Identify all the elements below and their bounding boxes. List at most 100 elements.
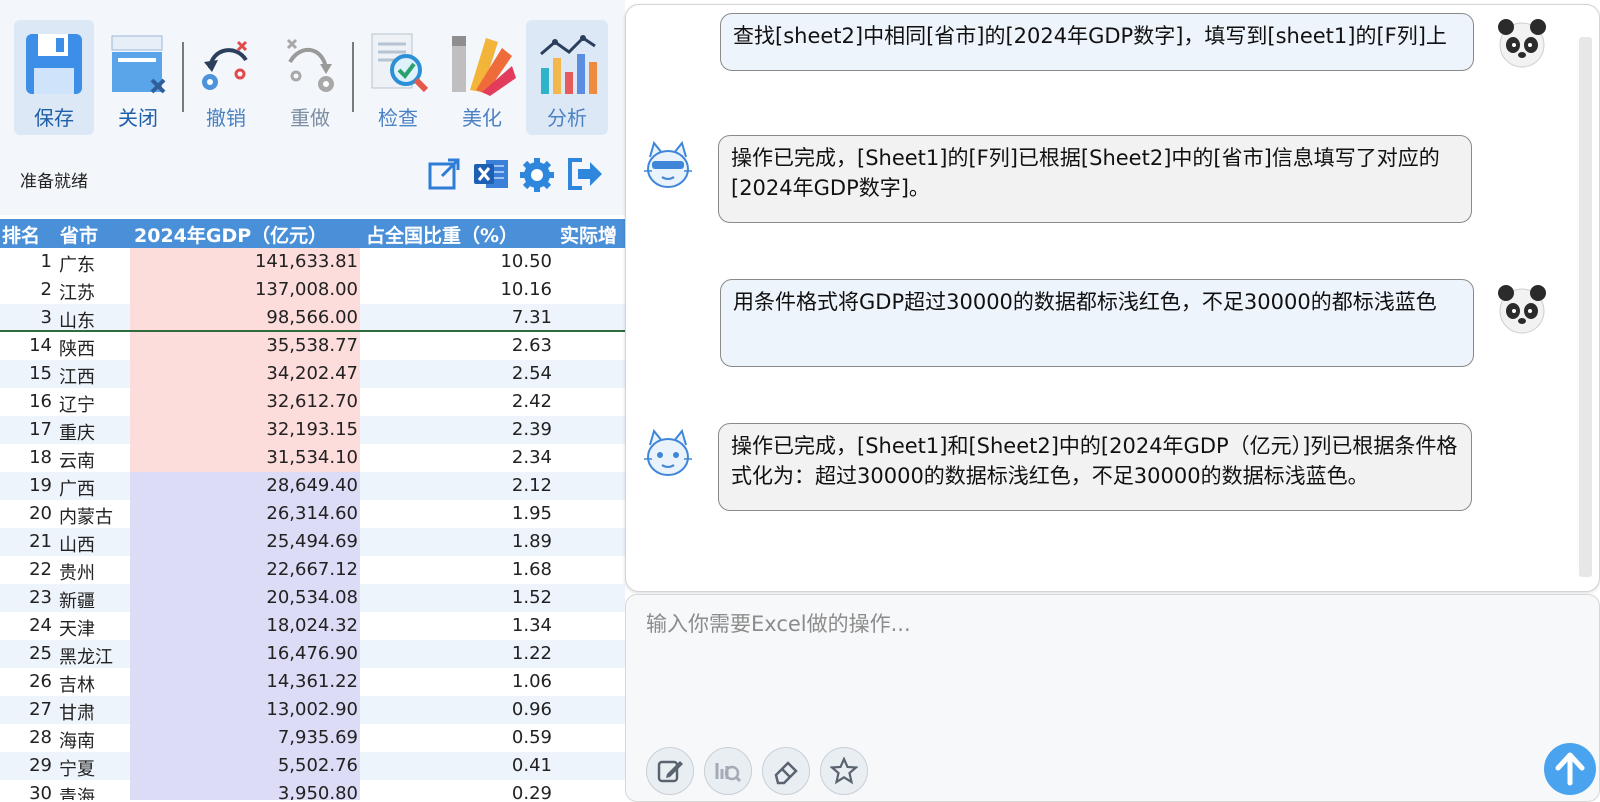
share-cell[interactable]: 1.22 — [360, 643, 552, 664]
province-cell[interactable]: 海南 — [59, 727, 95, 753]
table-row[interactable]: 25 黑龙江 16,476.90 1.22 — [0, 640, 625, 668]
province-cell[interactable]: 重庆 — [59, 419, 95, 445]
save-button[interactable]: 保存 — [14, 20, 94, 135]
gdp-cell[interactable]: 13,002.90 — [130, 699, 358, 720]
beautify-button[interactable]: 美化 — [442, 20, 522, 135]
popout-icon[interactable] — [426, 156, 462, 192]
rank-cell[interactable]: 27 — [0, 699, 52, 720]
share-cell[interactable]: 1.95 — [360, 503, 552, 524]
rank-cell[interactable]: 3 — [0, 307, 52, 328]
gdp-cell[interactable]: 32,193.15 — [130, 419, 358, 440]
province-cell[interactable]: 广东 — [59, 251, 95, 277]
rank-cell[interactable]: 28 — [0, 727, 52, 748]
edit-button[interactable] — [646, 747, 694, 795]
rank-cell[interactable]: 29 — [0, 755, 52, 776]
header-growth[interactable]: 实际增 — [560, 221, 617, 248]
excel-icon[interactable] — [472, 156, 510, 192]
table-row[interactable]: 19 广西 28,649.40 2.12 — [0, 472, 625, 500]
table-row[interactable]: 30 青海 3,950.80 0.29 — [0, 780, 625, 800]
redo-button[interactable]: 重做 — [270, 20, 350, 135]
province-cell[interactable]: 天津 — [59, 615, 95, 641]
rank-cell[interactable]: 16 — [0, 391, 52, 412]
table-row[interactable]: 21 山西 25,494.69 1.89 — [0, 528, 625, 556]
gdp-cell[interactable]: 14,361.22 — [130, 671, 358, 692]
gdp-cell[interactable]: 35,538.77 — [130, 335, 358, 356]
province-cell[interactable]: 江苏 — [59, 279, 95, 305]
rank-cell[interactable]: 2 — [0, 279, 52, 300]
share-cell[interactable]: 7.31 — [360, 307, 552, 328]
gdp-cell[interactable]: 141,633.81 — [130, 251, 358, 272]
share-cell[interactable]: 10.16 — [360, 279, 552, 300]
province-cell[interactable]: 江西 — [59, 363, 95, 389]
rank-cell[interactable]: 23 — [0, 587, 52, 608]
rank-cell[interactable]: 14 — [0, 335, 52, 356]
rank-cell[interactable]: 1 — [0, 251, 52, 272]
exit-icon[interactable] — [564, 156, 604, 192]
table-row[interactable]: 17 重庆 32,193.15 2.39 — [0, 416, 625, 444]
table-row[interactable]: 16 辽宁 32,612.70 2.42 — [0, 388, 625, 416]
gdp-cell[interactable]: 16,476.90 — [130, 643, 358, 664]
province-cell[interactable]: 黑龙江 — [59, 643, 113, 669]
share-cell[interactable]: 2.54 — [360, 363, 552, 384]
province-cell[interactable]: 新疆 — [59, 587, 95, 613]
share-cell[interactable]: 2.12 — [360, 475, 552, 496]
rank-cell[interactable]: 17 — [0, 419, 52, 440]
rank-cell[interactable]: 26 — [0, 671, 52, 692]
rank-cell[interactable]: 19 — [0, 475, 52, 496]
close-button[interactable]: 关闭 — [98, 20, 178, 135]
table-row[interactable]: 14 陕西 35,538.77 2.63 — [0, 332, 625, 360]
table-row[interactable]: 26 吉林 14,361.22 1.06 — [0, 668, 625, 696]
share-cell[interactable]: 1.06 — [360, 671, 552, 692]
rank-cell[interactable]: 22 — [0, 559, 52, 580]
table-row[interactable]: 22 贵州 22,667.12 1.68 — [0, 556, 625, 584]
rank-cell[interactable]: 24 — [0, 615, 52, 636]
share-cell[interactable]: 1.89 — [360, 531, 552, 552]
province-cell[interactable]: 陕西 — [59, 335, 95, 361]
gdp-cell[interactable]: 34,202.47 — [130, 363, 358, 384]
province-cell[interactable]: 广西 — [59, 475, 95, 501]
rank-cell[interactable]: 30 — [0, 783, 52, 800]
gdp-cell[interactable]: 26,314.60 — [130, 503, 358, 524]
table-row[interactable]: 18 云南 31,534.10 2.34 — [0, 444, 625, 472]
province-cell[interactable]: 贵州 — [59, 559, 95, 585]
chat-input[interactable] — [644, 603, 1508, 645]
header-rank[interactable]: 排名 — [2, 221, 40, 248]
gdp-cell[interactable]: 137,008.00 — [130, 279, 358, 300]
gdp-cell[interactable]: 20,534.08 — [130, 587, 358, 608]
gdp-cell[interactable]: 18,024.32 — [130, 615, 358, 636]
table-row[interactable]: 24 天津 18,024.32 1.34 — [0, 612, 625, 640]
gdp-cell[interactable]: 25,494.69 — [130, 531, 358, 552]
rank-cell[interactable]: 15 — [0, 363, 52, 384]
share-cell[interactable]: 2.34 — [360, 447, 552, 468]
province-cell[interactable]: 宁夏 — [59, 755, 95, 781]
province-cell[interactable]: 青海 — [59, 783, 95, 800]
rank-cell[interactable]: 20 — [0, 503, 52, 524]
share-cell[interactable]: 2.42 — [360, 391, 552, 412]
gdp-cell[interactable]: 7,935.69 — [130, 727, 358, 748]
table-row[interactable]: 1 广东 141,633.81 10.50 — [0, 248, 625, 276]
check-button[interactable]: 检查 — [358, 20, 438, 135]
province-cell[interactable]: 山西 — [59, 531, 95, 557]
gdp-cell[interactable]: 31,534.10 — [130, 447, 358, 468]
share-cell[interactable]: 2.39 — [360, 419, 552, 440]
share-cell[interactable]: 1.68 — [360, 559, 552, 580]
share-cell[interactable]: 1.34 — [360, 615, 552, 636]
province-cell[interactable]: 辽宁 — [59, 391, 95, 417]
table-row[interactable]: 27 甘肃 13,002.90 0.96 — [0, 696, 625, 724]
province-cell[interactable]: 甘肃 — [59, 699, 95, 725]
table-row[interactable]: 3 山东 98,566.00 7.31 — [0, 304, 625, 332]
table-row[interactable]: 20 内蒙古 26,314.60 1.95 — [0, 500, 625, 528]
gdp-cell[interactable]: 22,667.12 — [130, 559, 358, 580]
header-province[interactable]: 省市 — [60, 221, 98, 248]
gdp-cell[interactable]: 3,950.80 — [130, 783, 358, 800]
province-cell[interactable]: 内蒙古 — [59, 503, 113, 529]
share-cell[interactable]: 0.41 — [360, 755, 552, 776]
gdp-cell[interactable]: 32,612.70 — [130, 391, 358, 412]
rank-cell[interactable]: 21 — [0, 531, 52, 552]
share-cell[interactable]: 10.50 — [360, 251, 552, 272]
gdp-cell[interactable]: 98,566.00 — [130, 307, 358, 328]
share-cell[interactable]: 2.63 — [360, 335, 552, 356]
gdp-cell[interactable]: 28,649.40 — [130, 475, 358, 496]
rank-cell[interactable]: 18 — [0, 447, 52, 468]
share-cell[interactable]: 0.29 — [360, 783, 552, 800]
